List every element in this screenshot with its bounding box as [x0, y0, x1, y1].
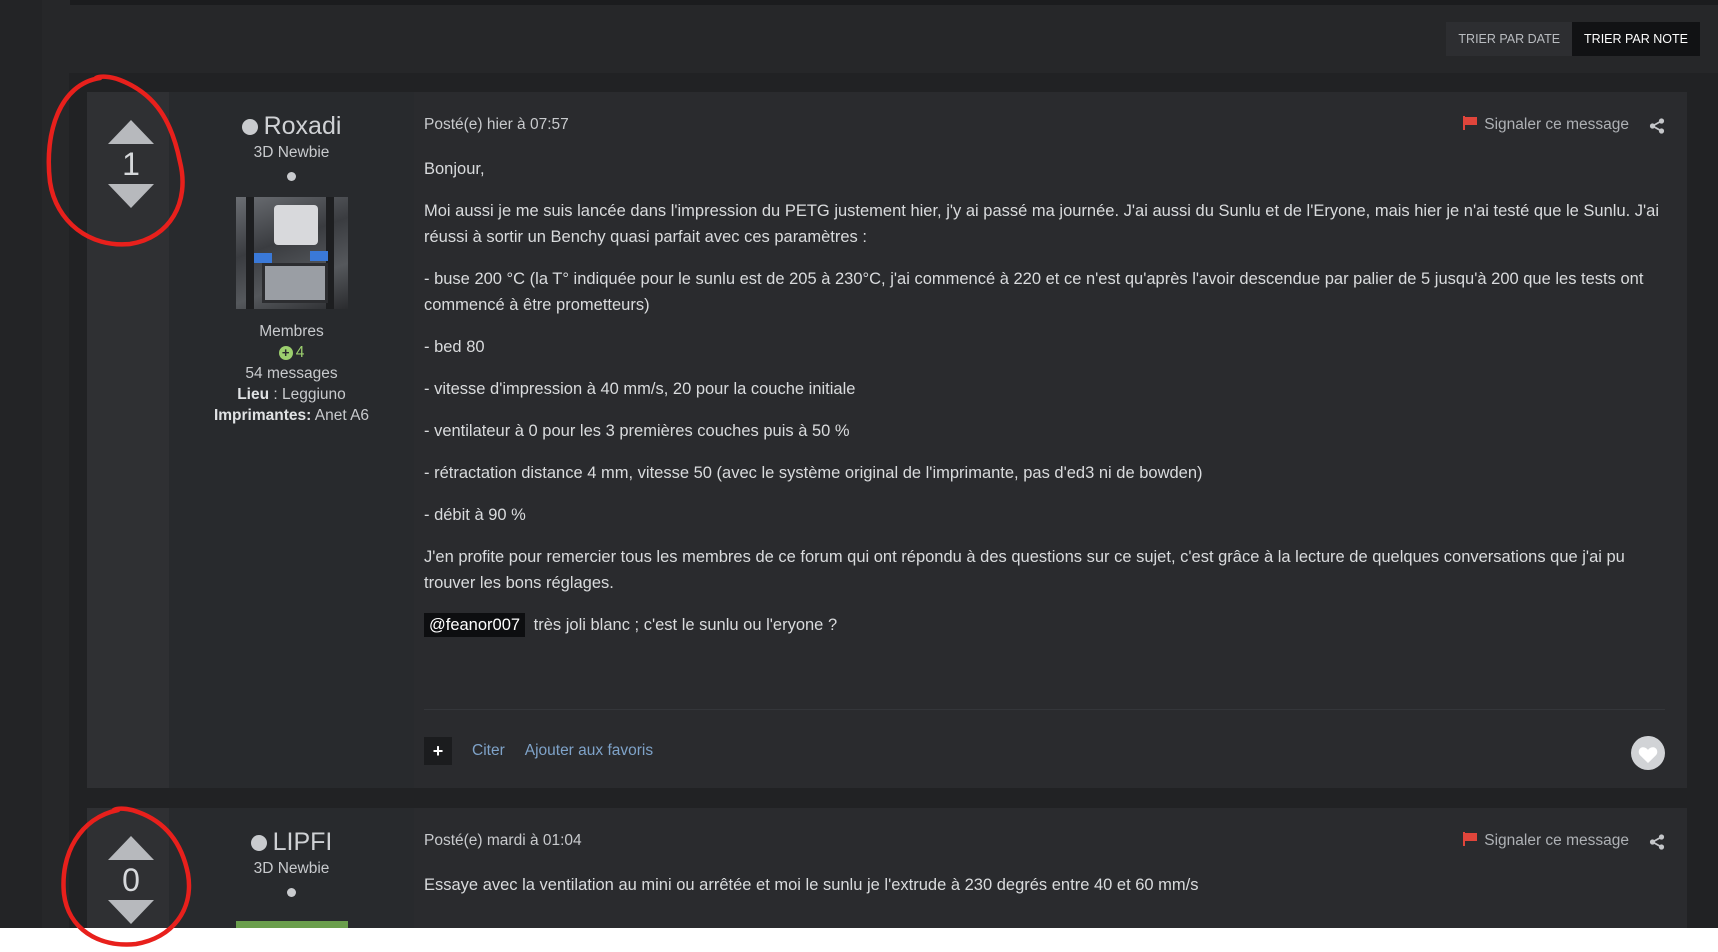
reputation-count: 4 — [295, 344, 305, 361]
post-body: Bonjour, Moi aussi je me suis lancée dan… — [424, 156, 1665, 654]
avatar[interactable] — [235, 921, 348, 928]
author-name: LIPFI — [272, 828, 333, 856]
rank-pip-icon — [287, 888, 296, 897]
post-date[interactable]: Posté(e) hier à 07:57 — [424, 116, 569, 134]
author-panel: LIPFI 3D Newbie — [169, 808, 414, 928]
reputation: +4 — [169, 344, 414, 362]
share-icon[interactable] — [1649, 834, 1665, 850]
offline-status-icon — [250, 835, 267, 851]
divider — [424, 709, 1665, 710]
post: 0 LIPFI 3D Newbie Posté(e) mardi à 01:04… — [87, 808, 1687, 928]
post: 1 Roxadi 3D Newbie Membres +4 54 message… — [87, 92, 1687, 788]
author-name-link[interactable]: Roxadi — [169, 110, 414, 142]
location: Lieu : Leggiuno — [169, 386, 414, 404]
vote-column: 0 — [87, 808, 169, 928]
post-content: Posté(e) mardi à 01:04 Signaler ce messa… — [419, 808, 1665, 928]
post-content: Posté(e) hier à 07:57 Signaler ce messag… — [419, 92, 1665, 788]
vote-column: 1 — [87, 92, 169, 788]
top-border — [70, 0, 1718, 5]
author-rank: 3D Newbie — [253, 860, 330, 877]
downvote-arrow-icon[interactable] — [108, 900, 154, 924]
post-paragraph: - vitesse d'impression à 40 mm/s, 20 pou… — [424, 380, 856, 398]
location-label: Lieu — [237, 386, 270, 403]
like-button[interactable] — [1631, 736, 1665, 770]
printer-label: Imprimantes: — [213, 407, 312, 424]
post-paragraph: - buse 200 °C (la T° indiquée pour le su… — [424, 270, 1644, 314]
post-body: Essaye avec la ventilation au mini ou ar… — [424, 876, 1199, 894]
post-paragraph: Bonjour, — [424, 160, 485, 178]
flag-icon — [1463, 832, 1478, 846]
share-icon[interactable] — [1649, 118, 1665, 134]
sort-by-note-button[interactable]: TRIER PAR NOTE — [1572, 22, 1700, 56]
multiquote-button[interactable]: + — [424, 737, 452, 765]
post-paragraph: @feanor007 très joli blanc ; c'est le su… — [424, 612, 1665, 638]
report-label: Signaler ce message — [1484, 832, 1629, 849]
vote-count: 1 — [122, 146, 140, 182]
quote-link[interactable]: Citer — [472, 742, 505, 760]
vote-widget: 1 — [107, 120, 155, 208]
post-paragraph: - rétractation distance 4 mm, vitesse 50… — [424, 464, 1203, 482]
message-count: 54 messages — [245, 365, 338, 382]
vote-count: 0 — [122, 862, 140, 898]
rank-pip-icon — [287, 172, 296, 181]
sort-by-date-button[interactable]: TRIER PAR DATE — [1446, 22, 1573, 56]
post-actions: + Citer Ajouter aux favoris — [424, 736, 653, 766]
post-paragraph: J'en profite pour remercier tous les mem… — [424, 548, 1625, 592]
post-paragraph: Moi aussi je me suis lancée dans l'impre… — [424, 202, 1660, 246]
post-paragraph: - bed 80 — [424, 338, 485, 356]
downvote-arrow-icon[interactable] — [108, 184, 154, 208]
post-date[interactable]: Posté(e) mardi à 01:04 — [424, 832, 582, 850]
mention-text: très joli blanc ; c'est le sunlu ou l'er… — [529, 616, 838, 634]
avatar[interactable] — [235, 197, 348, 309]
left-gutter — [0, 0, 42, 928]
member-group: Membres — [259, 323, 324, 340]
upvote-arrow-icon[interactable] — [108, 836, 154, 860]
report-link[interactable]: Signaler ce message — [1463, 832, 1629, 850]
author-rank: 3D Newbie — [253, 144, 330, 161]
sort-bar: TRIER PAR DATE TRIER PAR NOTE — [1446, 22, 1700, 56]
forum-viewport: TRIER PAR DATE TRIER PAR NOTE 1 Roxadi 3… — [0, 0, 1718, 928]
user-mention-link[interactable]: @feanor007 — [424, 613, 526, 637]
plus-circle-icon: + — [278, 346, 293, 360]
post-paragraph: - débit à 90 % — [424, 506, 526, 524]
heart-icon — [1638, 747, 1658, 763]
vote-widget: 0 — [107, 836, 155, 924]
printer-value: Anet A6 — [311, 407, 370, 424]
author-name: Roxadi — [263, 112, 342, 140]
add-favorite-link[interactable]: Ajouter aux favoris — [525, 742, 653, 760]
author-name-link[interactable]: LIPFI — [169, 826, 414, 858]
author-panel: Roxadi 3D Newbie Membres +4 54 messages … — [169, 92, 414, 788]
report-link[interactable]: Signaler ce message — [1463, 116, 1629, 134]
report-label: Signaler ce message — [1484, 116, 1629, 133]
printer: Imprimantes: Anet A6 — [169, 407, 414, 425]
location-value: : Leggiuno — [269, 386, 346, 403]
offline-status-icon — [241, 119, 258, 135]
flag-icon — [1463, 116, 1478, 130]
upvote-arrow-icon[interactable] — [108, 120, 154, 144]
post-paragraph: - ventilateur à 0 pour les 3 premières c… — [424, 422, 850, 440]
